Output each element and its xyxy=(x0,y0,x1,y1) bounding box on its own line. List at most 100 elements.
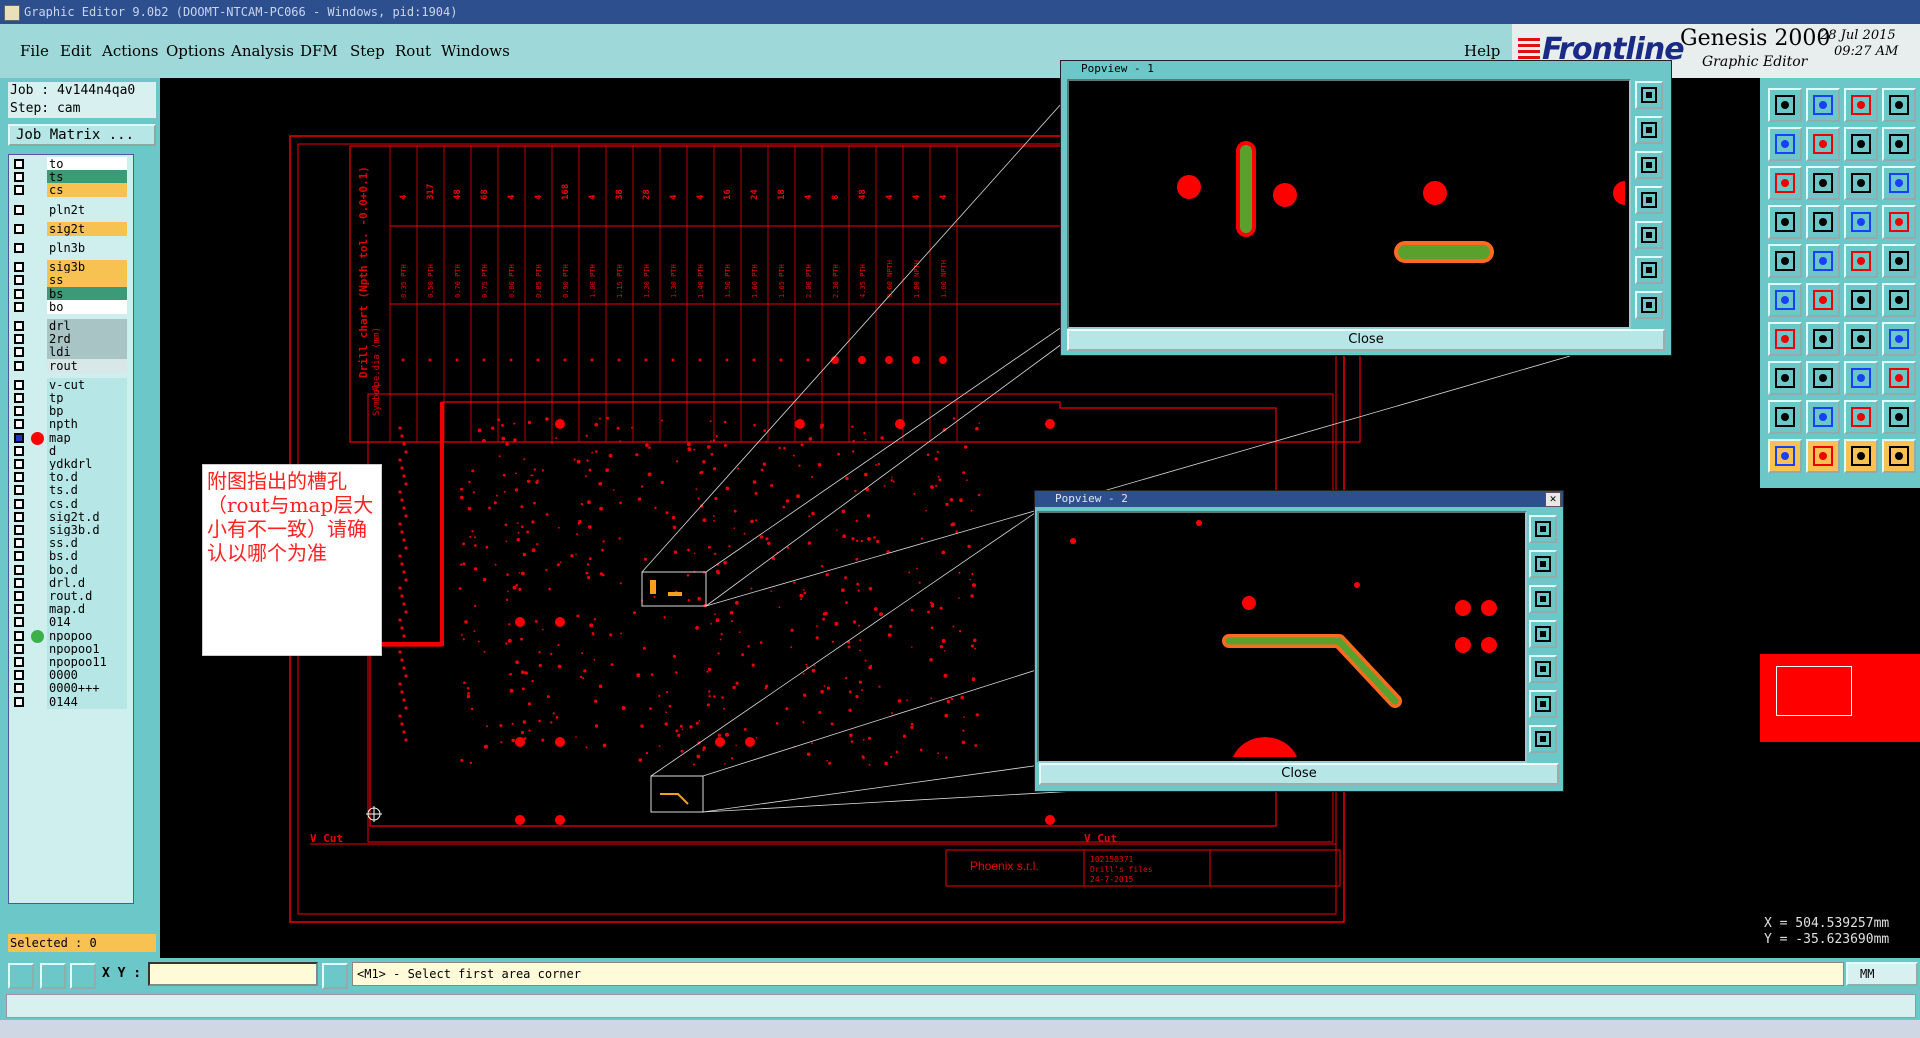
layer-checkbox[interactable] xyxy=(14,334,24,345)
layer-checkbox[interactable] xyxy=(14,159,24,169)
layer-checkbox[interactable] xyxy=(14,485,24,496)
highlight-icon[interactable] xyxy=(1768,205,1802,239)
layer-checkbox[interactable] xyxy=(14,445,24,456)
polygon-icon[interactable] xyxy=(1806,400,1840,434)
layer-checkbox[interactable] xyxy=(14,591,24,601)
menu-actions[interactable]: Actions xyxy=(102,42,158,60)
help-icon[interactable] xyxy=(1882,166,1916,200)
select-icon[interactable] xyxy=(1806,244,1840,278)
popview-tool-icon[interactable] xyxy=(1529,620,1557,648)
measure-mode-button[interactable] xyxy=(40,963,66,989)
layer-checkbox[interactable] xyxy=(14,321,24,331)
popview-tool-icon[interactable] xyxy=(1529,515,1557,543)
overview-map[interactable] xyxy=(1760,654,1920,742)
copy-icon[interactable] xyxy=(1806,322,1840,356)
align-icon[interactable] xyxy=(1882,361,1916,395)
popview-tool-icon[interactable] xyxy=(1635,81,1663,109)
triangle-icon[interactable] xyxy=(1768,400,1802,434)
xy-input[interactable] xyxy=(148,962,318,986)
rotate-icon[interactable] xyxy=(1882,283,1916,317)
layer-checkbox[interactable] xyxy=(14,472,24,483)
layer-checkbox[interactable] xyxy=(14,432,24,443)
layer-checkbox[interactable] xyxy=(14,511,24,522)
pan-icon[interactable] xyxy=(1806,166,1840,200)
layer-checkbox[interactable] xyxy=(14,360,24,371)
zoom-fit-icon[interactable] xyxy=(1806,127,1840,161)
job-matrix-button[interactable]: Job Matrix ... xyxy=(8,124,156,146)
layer-checkbox[interactable] xyxy=(14,459,24,469)
surface-icon[interactable] xyxy=(1882,400,1916,434)
select-arrow-icon[interactable] xyxy=(1806,439,1840,473)
route-arrow-icon[interactable] xyxy=(1882,439,1916,473)
menu-help[interactable]: Help xyxy=(1464,42,1500,60)
one-to-one-icon[interactable] xyxy=(1882,127,1916,161)
cut-icon[interactable] xyxy=(1844,244,1878,278)
layer-checkbox[interactable] xyxy=(14,406,24,417)
units-selector[interactable]: MM xyxy=(1846,962,1918,986)
add-line-icon[interactable] xyxy=(1768,283,1802,317)
layer-checkbox[interactable] xyxy=(14,630,24,641)
layer-checkbox[interactable] xyxy=(14,498,24,509)
popview-tool-icon[interactable] xyxy=(1635,116,1663,144)
layer-checkbox[interactable] xyxy=(14,657,24,667)
layer-checkbox[interactable] xyxy=(14,204,24,215)
pad-select-icon[interactable] xyxy=(1806,205,1840,239)
menu-rout[interactable]: Rout xyxy=(395,42,431,60)
zoom-out-icon[interactable] xyxy=(1844,88,1878,122)
popview-tool-icon[interactable] xyxy=(1529,725,1557,753)
layer-checkbox[interactable] xyxy=(14,172,24,183)
layer-row-bo[interactable]: bo xyxy=(9,299,133,315)
home-icon[interactable] xyxy=(1768,88,1802,122)
full-view-icon[interactable] xyxy=(1882,88,1916,122)
add-arc-icon[interactable] xyxy=(1806,283,1840,317)
menu-analysis[interactable]: Analysis xyxy=(231,42,294,60)
popview-tool-icon[interactable] xyxy=(1635,151,1663,179)
arc-icon[interactable] xyxy=(1844,400,1878,434)
popview-2-canvas[interactable] xyxy=(1037,511,1527,763)
menu-options[interactable]: Options xyxy=(166,42,225,60)
layer-checkbox[interactable] xyxy=(14,379,24,390)
net-select-icon[interactable] xyxy=(1844,205,1878,239)
layer-checkbox[interactable] xyxy=(14,604,24,615)
zoom-in-icon[interactable] xyxy=(1768,127,1802,161)
layer-checkbox[interactable] xyxy=(14,617,24,628)
info-button[interactable] xyxy=(322,963,348,989)
layer-checkbox[interactable] xyxy=(14,347,24,358)
feature-icon[interactable] xyxy=(1768,244,1802,278)
popview-tool-icon[interactable] xyxy=(1529,550,1557,578)
popview-tool-icon[interactable] xyxy=(1529,585,1557,613)
snap-icon[interactable] xyxy=(1768,361,1802,395)
clear-icon[interactable] xyxy=(1882,244,1916,278)
layer-checkbox[interactable] xyxy=(14,185,24,196)
layer-checkbox[interactable] xyxy=(14,301,24,312)
net-color-icon[interactable] xyxy=(1882,205,1916,239)
popview-2-close-button[interactable]: Close xyxy=(1039,763,1559,785)
menu-dfm[interactable]: DFM xyxy=(300,42,338,60)
undo-icon[interactable] xyxy=(1844,283,1878,317)
delete-icon[interactable] xyxy=(1844,322,1878,356)
menu-step[interactable]: Step xyxy=(350,42,385,60)
pointer-icon[interactable] xyxy=(1768,439,1802,473)
layer-checkbox[interactable] xyxy=(14,670,24,681)
layer-checkbox[interactable] xyxy=(14,696,24,707)
layer-row-pln3b[interactable]: pln3b xyxy=(9,241,133,256)
layer-checkbox[interactable] xyxy=(14,538,24,549)
mirror-icon[interactable] xyxy=(1882,322,1916,356)
layer-checkbox[interactable] xyxy=(14,525,24,535)
move-icon[interactable] xyxy=(1768,322,1802,356)
layer-row-0144[interactable]: 0144 xyxy=(9,694,133,710)
layer-checkbox[interactable] xyxy=(14,223,24,234)
layer-checkbox[interactable] xyxy=(14,275,24,286)
popview-tool-icon[interactable] xyxy=(1635,291,1663,319)
redraw-icon[interactable] xyxy=(1844,127,1878,161)
popview-1-canvas[interactable] xyxy=(1067,79,1637,329)
popview-2-close-icon[interactable]: ✕ xyxy=(1545,492,1561,507)
resize-icon[interactable] xyxy=(1844,361,1878,395)
layer-row-sig2t[interactable]: sig2t xyxy=(9,221,133,237)
layer-checkbox[interactable] xyxy=(14,564,24,575)
center-icon[interactable] xyxy=(1768,166,1802,200)
popview-tool-icon[interactable] xyxy=(1635,221,1663,249)
layer-checkbox[interactable] xyxy=(14,262,24,273)
popview-tool-icon[interactable] xyxy=(1529,655,1557,683)
zoom-home-icon[interactable] xyxy=(1806,88,1840,122)
